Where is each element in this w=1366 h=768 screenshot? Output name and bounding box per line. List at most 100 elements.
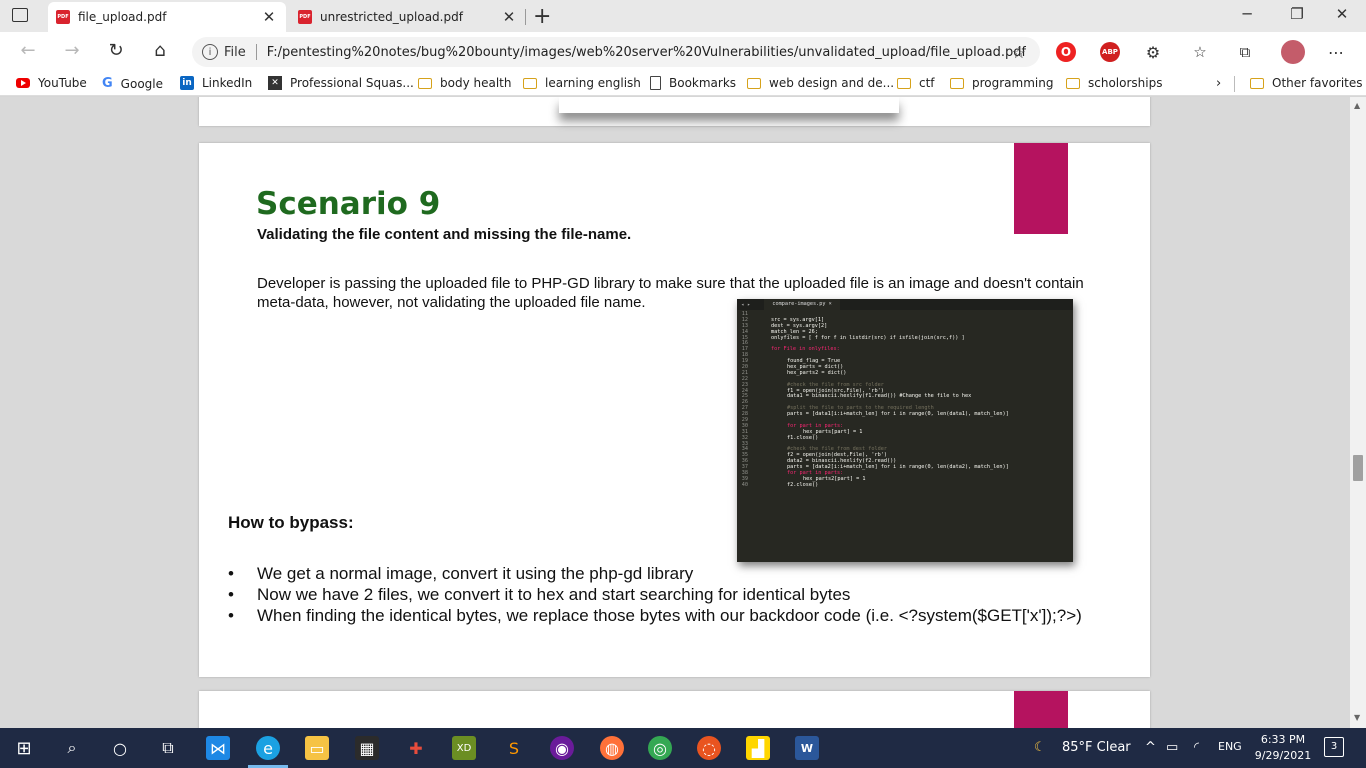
bookmark-google[interactable]: G Google — [102, 76, 163, 91]
new-tab-icon[interactable]: + — [533, 4, 551, 29]
weather-status[interactable]: 85°F Clear — [1062, 740, 1131, 755]
vscode-icon[interactable]: ⋈ — [206, 736, 230, 760]
scenario-title: Scenario 9 — [256, 186, 441, 222]
pdf-page: Scenario 9 Validating the file content a… — [199, 143, 1150, 677]
address-url[interactable]: F:/pentesting%20notes/bug%20bounty/image… — [267, 45, 1026, 60]
windows-taskbar: ⊞ ⌕ ○ ⧉ ⋈ e ▭ ▦ ✚ XD S ◉ ◍ ◎ ◌ ▟ W ☾ 85°… — [0, 728, 1366, 768]
favorites-list-icon[interactable]: ☆ — [1190, 42, 1210, 62]
extensions-icon[interactable]: ⚙ — [1143, 42, 1163, 62]
cortana-icon[interactable]: ○ — [108, 736, 132, 760]
ubuntu-icon[interactable]: ◌ — [697, 736, 721, 760]
profile-avatar[interactable] — [1281, 40, 1305, 64]
bookmark-bookmarks[interactable]: Bookmarks — [650, 76, 736, 90]
app-icon[interactable]: ✚ — [404, 736, 428, 760]
bookmark-label: web design and de... — [769, 76, 895, 90]
code-editor-tab: compare-images.py × — [764, 299, 840, 310]
word-icon[interactable]: W — [795, 736, 819, 760]
more-menu-icon[interactable]: ⋯ — [1326, 42, 1346, 62]
vertical-scrollbar[interactable]: ▲ ▼ — [1350, 97, 1366, 728]
minimize-icon[interactable]: ─ — [1232, 5, 1262, 23]
folder-icon — [1066, 77, 1080, 89]
tab-divider — [525, 9, 526, 25]
home-icon[interactable]: ⌂ — [148, 40, 172, 61]
bookmark-label: YouTube — [38, 76, 87, 90]
bookmark-youtube[interactable]: YouTube — [16, 76, 87, 90]
show-hidden-icons[interactable]: ^ — [1145, 740, 1156, 755]
store-icon[interactable]: ▦ — [355, 736, 379, 760]
tab-actions-icon[interactable] — [12, 8, 28, 22]
bookmarks-divider — [1234, 76, 1235, 92]
notifications-icon[interactable]: 3 — [1324, 737, 1344, 757]
opera-extension-icon[interactable]: O — [1056, 42, 1076, 62]
weather-moon-icon: ☾ — [1034, 740, 1046, 755]
bookmarks-overflow-icon[interactable]: › — [1216, 76, 1221, 91]
tab-unrestricted-upload[interactable]: PDF unrestricted_upload.pdf ✕ — [290, 2, 526, 32]
bookmark-web-design[interactable]: web design and de... — [747, 76, 894, 90]
scenario-subtitle: Validating the file content and missing … — [257, 226, 632, 243]
bullet-marker: • — [228, 585, 234, 604]
battery-icon[interactable]: ▭ — [1166, 740, 1178, 755]
bookmark-ctf[interactable]: ctf — [897, 76, 935, 90]
edge-icon[interactable]: e — [256, 736, 280, 760]
close-icon[interactable]: ✕ — [260, 8, 278, 26]
input-language[interactable]: ENG — [1218, 740, 1242, 753]
firefox-icon[interactable]: ◍ — [600, 736, 624, 760]
sublime-text-icon[interactable]: S — [502, 736, 526, 760]
google-icon: G — [102, 76, 113, 91]
bookmark-label: body health — [440, 76, 512, 90]
forward-icon[interactable]: → — [60, 40, 84, 61]
bookmark-body-health[interactable]: body health — [418, 76, 511, 90]
bookmark-other-favorites[interactable]: Other favorites — [1250, 76, 1363, 90]
add-favorite-icon[interactable]: ☆ — [1012, 43, 1026, 62]
previous-page-image — [559, 97, 899, 113]
address-bar[interactable]: i File F:/pentesting%20notes/bug%20bount… — [192, 37, 1040, 67]
code-text: parts = [data1[i:i+match_len] for i in r… — [787, 411, 1009, 418]
xd-app-icon[interactable]: XD — [452, 736, 476, 760]
refresh-icon[interactable]: ↻ — [104, 40, 128, 61]
address-divider — [255, 44, 257, 60]
task-view-icon[interactable]: ⧉ — [156, 736, 180, 760]
chrome-icon[interactable]: ◎ — [648, 736, 672, 760]
back-icon[interactable]: ← — [16, 40, 40, 61]
clock-time: 6:33 PM — [1260, 733, 1306, 746]
code-text: f1.close() — [787, 434, 819, 441]
windows-start-icon[interactable]: ⊞ — [12, 736, 36, 760]
editor-nav-arrows-icon: ◂ ▸ — [741, 301, 751, 308]
bookmark-label: ctf — [919, 76, 935, 90]
code-line-number: 40 — [741, 481, 748, 488]
tor-browser-icon[interactable]: ◉ — [550, 736, 574, 760]
code-screenshot: ◂ ▸ compare-images.py × 11 12 src = sys.ar… — [737, 299, 1073, 562]
folder-icon — [418, 77, 432, 89]
scroll-up-icon[interactable]: ▲ — [1354, 101, 1360, 110]
window-close-icon[interactable]: ✕ — [1327, 5, 1357, 23]
folder-icon — [950, 77, 964, 89]
pdf-viewer[interactable]: Scenario 9 Validating the file content a… — [0, 97, 1350, 728]
collections-icon[interactable]: ⧉ — [1235, 42, 1255, 62]
code-text: data1 = binascii.hexlify(f1.read()) #Cha… — [787, 393, 972, 400]
bookmark-professional-squas[interactable]: ✕ Professional Squas... — [268, 76, 414, 90]
code-text: for File in onlyfiles: — [771, 346, 840, 353]
bypass-step: • Now we have 2 files, we convert it to h… — [228, 584, 1088, 605]
file-explorer-icon[interactable]: ▭ — [305, 736, 329, 760]
adblock-plus-icon[interactable]: ABP — [1100, 42, 1120, 62]
scrollbar-thumb[interactable] — [1353, 455, 1363, 481]
tab-file-upload[interactable]: PDF file_upload.pdf ✕ — [48, 2, 286, 32]
folder-icon — [747, 77, 761, 89]
restore-icon[interactable]: ❐ — [1282, 5, 1312, 23]
folder-icon — [523, 77, 537, 89]
code-line: 40 f2.close() — [737, 481, 1073, 489]
scroll-down-icon[interactable]: ▼ — [1354, 713, 1360, 722]
search-icon[interactable]: ⌕ — [60, 736, 84, 760]
close-icon[interactable]: ✕ — [500, 8, 518, 26]
wifi-icon[interactable]: ◜ — [1194, 740, 1199, 755]
info-icon[interactable]: i — [202, 44, 218, 60]
sticky-notes-icon[interactable]: ▟ — [746, 736, 770, 760]
system-clock[interactable]: 6:33 PM 9/29/2021 — [1248, 732, 1318, 764]
bypass-step-text: We get a normal image, convert it using … — [257, 564, 694, 583]
bookmark-linkedin[interactable]: in LinkedIn — [180, 76, 252, 90]
bookmark-learning-english[interactable]: learning english — [523, 76, 641, 90]
bookmark-programming[interactable]: programming — [950, 76, 1053, 90]
bookmark-label: LinkedIn — [202, 76, 253, 90]
accent-bar — [1014, 143, 1068, 234]
bookmark-scholorships[interactable]: scholorships — [1066, 76, 1162, 90]
